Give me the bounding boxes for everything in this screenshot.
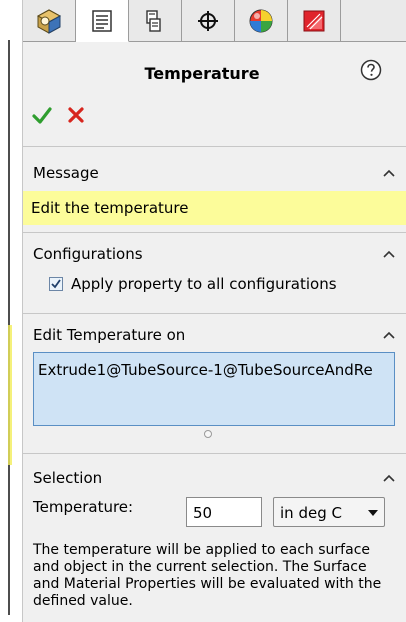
listbox-resize-handle[interactable]: [204, 430, 212, 438]
left-highlight-strip: [8, 325, 12, 465]
unit-selected-value: in deg C: [280, 504, 342, 522]
section-divider: [23, 313, 406, 314]
temperature-label: Temperature:: [33, 498, 134, 516]
property-manager-panel: Temperature Message Edit the temperature…: [22, 0, 406, 622]
selected-entities-listbox[interactable]: Extrude1@TubeSource-1@TubeSourceAndRe: [33, 352, 395, 426]
selection-section-title: Selection: [33, 469, 103, 487]
page-title: Temperature: [144, 64, 260, 83]
chevron-up-icon[interactable]: [381, 167, 397, 179]
chevron-up-icon[interactable]: [381, 248, 397, 260]
apply-all-configurations-checkbox[interactable]: [49, 277, 63, 291]
section-divider: [23, 232, 406, 233]
part-icon: [36, 8, 62, 34]
configurations-section-title: Configurations: [33, 245, 143, 263]
manager-tab-bar: [23, 0, 406, 42]
tab-configurationmanager[interactable]: [129, 0, 182, 42]
property-list-icon: [92, 9, 112, 32]
help-icon[interactable]: [359, 58, 383, 82]
list-item[interactable]: Extrude1@TubeSource-1@TubeSourceAndRe: [38, 361, 373, 379]
left-edge: [0, 0, 22, 622]
temperature-unit-select[interactable]: in deg C: [273, 497, 385, 527]
checkmark-icon: [51, 279, 61, 289]
section-divider: [23, 146, 406, 147]
dropdown-arrow-icon: [368, 510, 378, 516]
apply-all-configurations-row[interactable]: Apply property to all configurations: [49, 275, 337, 293]
configuration-icon: [146, 9, 161, 32]
selection-description: The temperature will be applied to each …: [33, 542, 382, 609]
message-box: Edit the temperature: [23, 191, 406, 225]
tab-featuremanager[interactable]: [23, 0, 76, 42]
tab-propertymanager[interactable]: [76, 0, 129, 42]
chevron-up-icon[interactable]: [381, 472, 397, 484]
message-text: Edit the temperature: [31, 199, 189, 217]
tab-custom[interactable]: [288, 0, 341, 42]
ok-checkmark-button[interactable]: [31, 104, 53, 126]
apply-all-configurations-label: Apply property to all configurations: [71, 275, 337, 293]
edit-temperature-on-title: Edit Temperature on: [33, 326, 186, 344]
tabbar-filler: [341, 0, 406, 42]
render-icon: [303, 10, 325, 31]
crosshair-icon: [198, 10, 218, 31]
message-section-title: Message: [33, 164, 99, 182]
temperature-input[interactable]: 50: [186, 497, 262, 527]
tab-display[interactable]: [235, 0, 288, 42]
cancel-x-button[interactable]: [65, 104, 87, 126]
tab-dimxpert[interactable]: [182, 0, 235, 42]
section-divider: [23, 453, 406, 454]
chevron-up-icon[interactable]: [381, 329, 397, 341]
appearance-ball-icon: [249, 9, 273, 32]
